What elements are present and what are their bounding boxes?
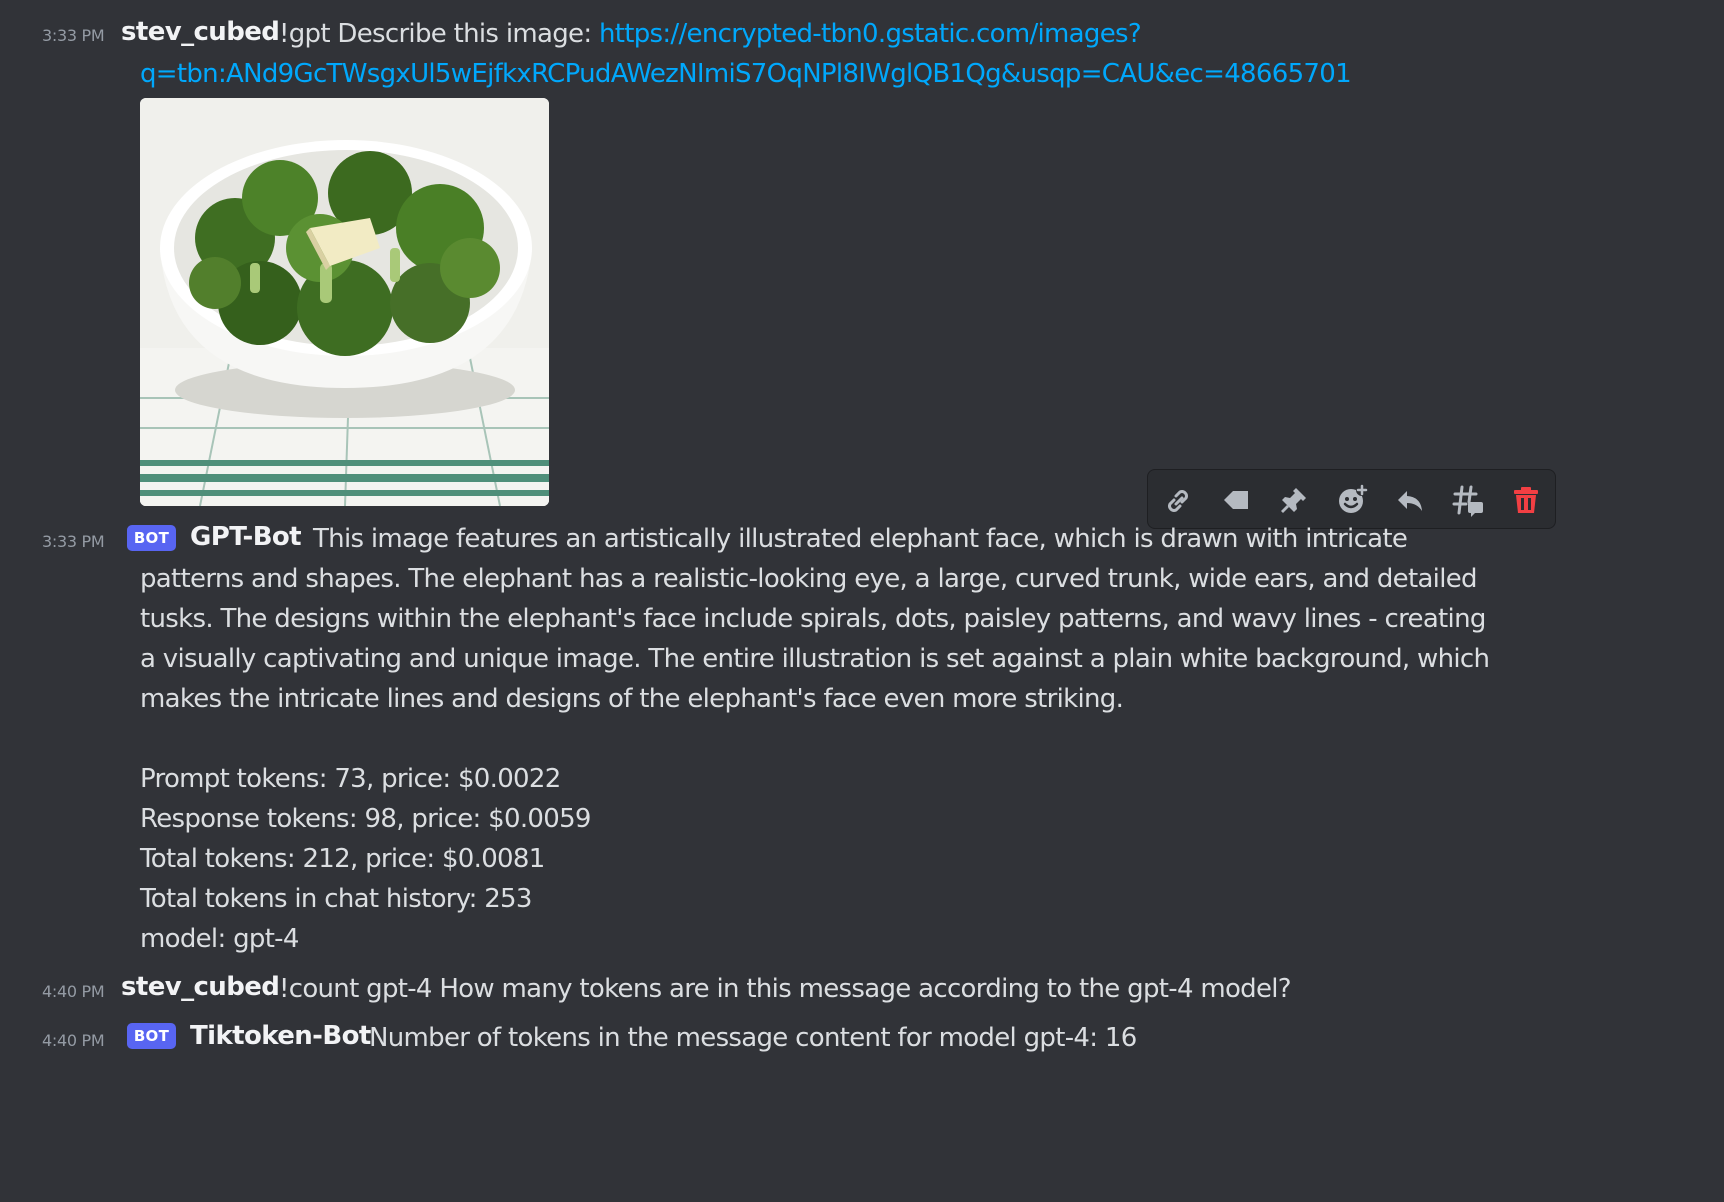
create-thread-button[interactable]	[1448, 480, 1488, 520]
create-thread-icon	[1452, 485, 1483, 517]
author-name[interactable]: stev_cubed	[121, 972, 280, 1002]
author-name[interactable]: GPT-Bot	[190, 522, 302, 552]
bot-badge: BOT	[127, 525, 176, 551]
pin-icon	[1281, 488, 1306, 513]
broccoli-bowl-image	[140, 98, 549, 506]
message-text-line: a visually captivating and unique image.…	[140, 644, 1490, 674]
message-link[interactable]: https://encrypted-tbn0.gstatic.com/image…	[599, 19, 1142, 49]
token-stat: Total tokens: 212, price: $0.0081	[140, 844, 545, 874]
message-text-line: patterns and shapes. The elephant has a …	[140, 564, 1478, 594]
bot-badge: BOT	[127, 1023, 176, 1049]
message-timestamp: 4:40 PM	[42, 1031, 105, 1050]
image-attachment[interactable]	[140, 98, 549, 506]
message-timestamp: 3:33 PM	[42, 26, 105, 45]
message-link-continued[interactable]: q=tbn:ANd9GcTWsgxUl5wEjfkxRCPudAWezNImiS…	[140, 54, 1352, 94]
message-text-line: tusks. The designs within the elephant's…	[140, 604, 1486, 634]
delete-message-button[interactable]	[1506, 480, 1546, 520]
tag-icon	[1224, 491, 1248, 509]
message-timestamp: 3:33 PM	[42, 532, 105, 551]
token-stat: Prompt tokens: 73, price: $0.0022	[140, 764, 561, 794]
link-icon	[1168, 490, 1188, 512]
author-name[interactable]: Tiktoken-Bot	[190, 1021, 371, 1051]
message-text: !count gpt-4 How many tokens are in this…	[279, 974, 1292, 1004]
author-name[interactable]: stev_cubed	[121, 17, 280, 47]
chat-messages: 3:33 PM stev_cubed !gpt Describe this im…	[0, 0, 1568, 1093]
tag-button[interactable]	[1216, 480, 1256, 520]
token-stat: Response tokens: 98, price: $0.0059	[140, 804, 591, 834]
message-text: Number of tokens in the message content …	[369, 1023, 1137, 1053]
reply-icon	[1398, 491, 1422, 511]
token-stat: Total tokens in chat history: 253	[140, 884, 532, 914]
message-text-line: This image features an artistically illu…	[313, 524, 1408, 554]
message-text-line: makes the intricate lines and designs of…	[140, 684, 1124, 714]
add-reaction-icon	[1339, 484, 1368, 513]
copy-link-button[interactable]	[1158, 480, 1198, 520]
pin-button[interactable]	[1274, 480, 1314, 520]
message-text: !gpt Describe this image: https://encryp…	[279, 19, 1142, 49]
delete-icon	[1514, 487, 1538, 513]
reply-button[interactable]	[1390, 480, 1430, 520]
add-reaction-button[interactable]	[1332, 480, 1372, 520]
message-timestamp: 4:40 PM	[42, 982, 105, 1001]
model-name: model: gpt-4	[140, 924, 299, 954]
